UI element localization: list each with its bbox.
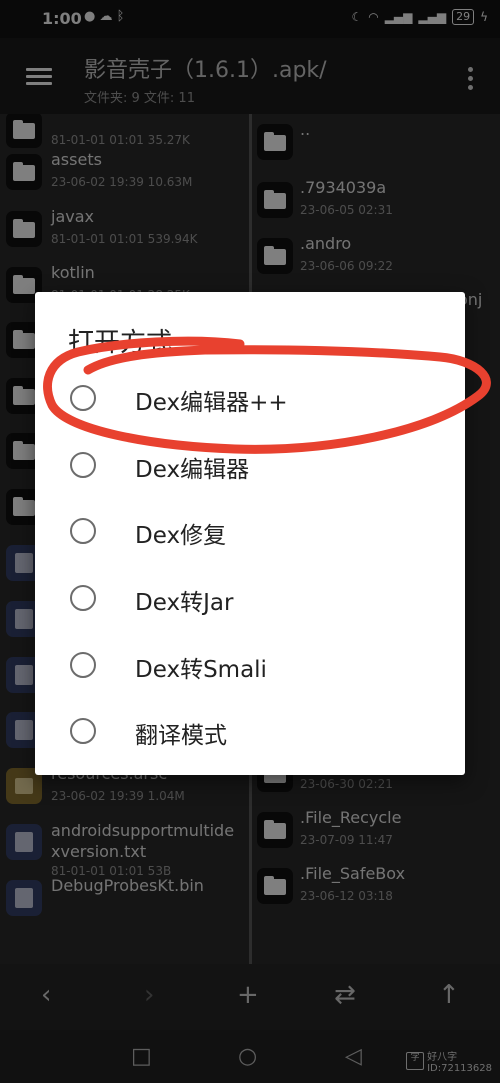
radio-button-icon[interactable]	[70, 518, 96, 544]
dialog-title: 打开方式...	[68, 328, 197, 358]
radio-button-icon[interactable]	[70, 452, 96, 478]
option-label: 翻译模式	[135, 723, 227, 749]
option-translate-mode[interactable]: 翻译模式	[35, 699, 465, 765]
option-label: Dex转Smali	[135, 657, 267, 683]
option-label: Dex转Jar	[135, 590, 234, 616]
option-dex-editor[interactable]: Dex编辑器	[35, 433, 465, 499]
radio-button-icon[interactable]	[70, 652, 96, 678]
option-dex-to-smali[interactable]: Dex转Smali	[35, 633, 465, 699]
radio-button-icon[interactable]	[70, 718, 96, 744]
option-label: Dex编辑器++	[135, 390, 288, 416]
option-dex-repair[interactable]: Dex修复	[35, 499, 465, 565]
radio-button-icon[interactable]	[70, 385, 96, 411]
option-dex-editor-plus[interactable]: Dex编辑器++	[35, 366, 465, 432]
option-label: Dex编辑器	[135, 457, 250, 483]
option-label: Dex修复	[135, 523, 227, 549]
radio-button-icon[interactable]	[70, 585, 96, 611]
option-dex-to-jar[interactable]: Dex转Jar	[35, 566, 465, 632]
open-with-dialog: 打开方式... Dex编辑器++ Dex编辑器 Dex修复 Dex转Jar De…	[35, 292, 465, 775]
